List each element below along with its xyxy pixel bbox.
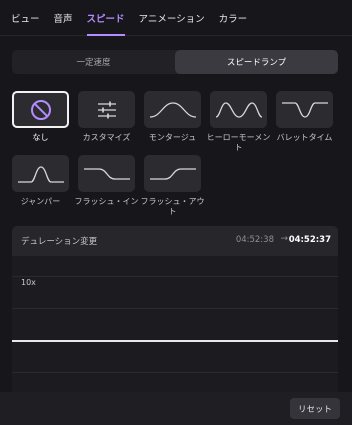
preset-thumb[interactable] [78,155,135,192]
preset-thumb[interactable] [144,155,201,192]
sliders-icon [97,101,116,118]
preset-customize[interactable]: カスタマイズ [78,91,135,143]
preset-thumb[interactable] [12,91,69,128]
grid-line [12,308,338,309]
speed-ramp-button[interactable]: スピードランプ [175,50,338,74]
preset-label: なし [32,133,49,142]
reset-button[interactable]: リセット [290,398,340,419]
tab-audio[interactable]: 音声 [54,0,73,36]
dip-curve-icon [281,101,328,118]
hero-curve-icon [215,101,262,118]
duration-header: デュレーション変更 04:52:38 → 04:52:37 [12,226,338,256]
step-up-curve-icon [149,167,196,180]
preset-label: ヒーローモーメント [206,133,271,152]
preset-label: ジャンパー [20,197,61,206]
preset-hero-moment[interactable]: ヒーローモーメント [207,91,270,153]
grid-line [12,276,338,277]
duration-original: 04:52:38 [235,235,274,245]
speed-graph-panel: デュレーション変更 04:52:38 → 04:52:37 10x [12,226,338,392]
speed-panel: ビュー 音声 スピード アニメーション カラー 一定速度 スピードランプ なし [0,0,352,425]
speed-curve[interactable] [12,340,338,342]
duration-title: デュレーション変更 [21,237,98,247]
tab-bar: ビュー 音声 スピード アニメーション カラー [0,0,352,36]
no-symbol-icon [30,99,51,120]
preset-thumb[interactable] [144,91,201,128]
max-speed-label: 10x [21,278,36,287]
preset-thumb[interactable] [210,91,267,128]
preset-thumb[interactable] [276,91,333,128]
preset-label: フラッシュ・アウト [140,197,205,216]
preset-flash-out[interactable]: フラッシュ・アウト [141,155,205,217]
duration-new: 04:52:37 [288,235,331,245]
preset-bullet-time[interactable]: バレットタイム [276,91,333,143]
constant-speed-button[interactable]: 一定速度 [12,50,175,74]
preset-thumb[interactable] [12,155,69,192]
arrow-right-icon: → [280,234,288,244]
preset-jumper[interactable]: ジャンパー [12,155,69,207]
preset-montage[interactable]: モンタージュ [144,91,201,143]
footer-bar: リセット [0,392,352,425]
grid-line [12,372,338,373]
preset-label: フラッシュ・イン [74,197,139,206]
tab-color[interactable]: カラー [219,0,248,36]
tab-view[interactable]: ビュー [11,0,40,36]
step-down-curve-icon [83,167,130,180]
speed-mode-toggle: 一定速度 スピードランプ [12,50,338,74]
preset-none[interactable]: なし [12,91,69,143]
wave-curve-icon [149,101,196,118]
preset-thumb[interactable] [78,91,135,128]
bump-curve-icon [17,165,64,183]
tab-animation[interactable]: アニメーション [139,0,205,36]
preset-label: バレットタイム [276,133,333,142]
preset-flash-in[interactable]: フラッシュ・イン [75,155,139,207]
tab-speed[interactable]: スピード [86,0,125,36]
preset-label: モンタージュ [148,133,197,142]
preset-label: カスタマイズ [82,133,131,142]
